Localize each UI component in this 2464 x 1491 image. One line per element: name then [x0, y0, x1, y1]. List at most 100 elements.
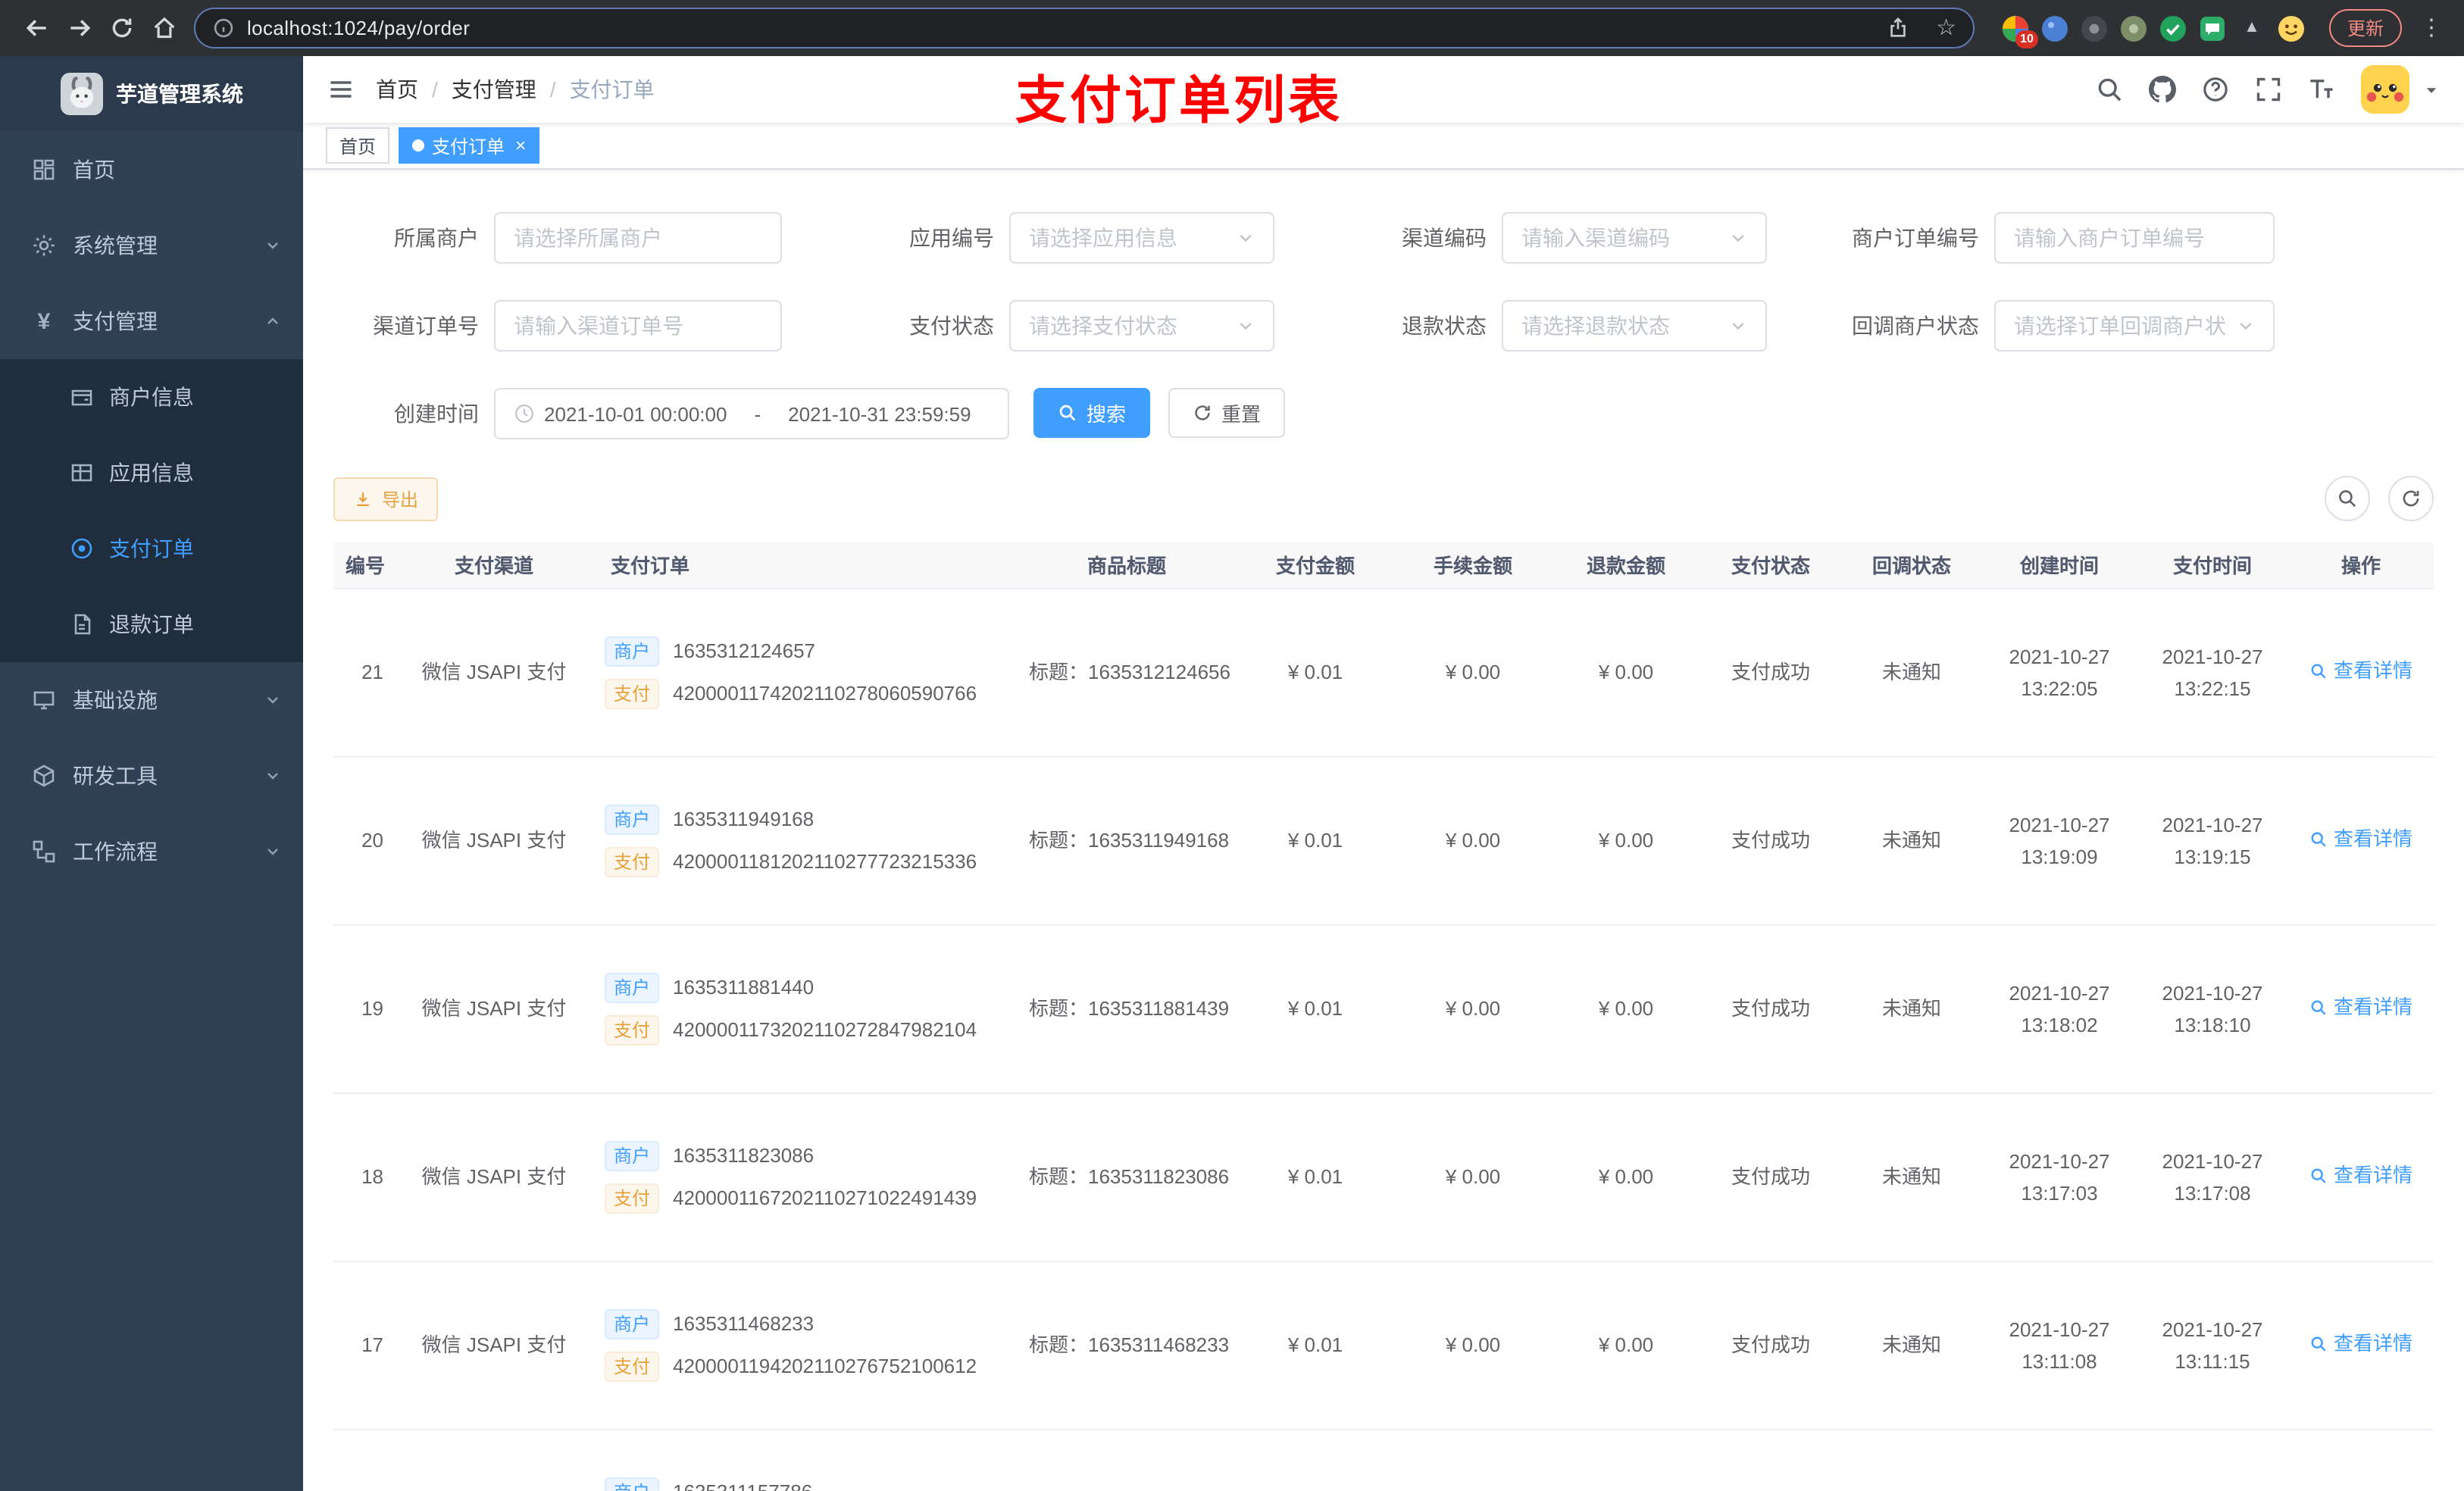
- cell-status: 支付成功: [1700, 756, 1841, 925]
- table-row[interactable]: 18 微信 JSAPI 支付 商户 1635311823086 支付 42000…: [333, 1092, 2434, 1261]
- cell-id: 18: [333, 1092, 396, 1261]
- smiley-extension-icon[interactable]: [2278, 14, 2305, 42]
- col-amount: 支付金额: [1237, 542, 1394, 589]
- share-icon[interactable]: [1886, 17, 1909, 39]
- sidebar-item-refund-order[interactable]: 退款订单: [0, 586, 303, 662]
- monitor-icon: [30, 688, 58, 712]
- sidebar-item-workflow[interactable]: 工作流程: [0, 814, 303, 889]
- colorwheel-extension-icon[interactable]: 10: [2002, 14, 2038, 48]
- table-row[interactable]: 19 微信 JSAPI 支付 商户 1635311881440 支付 42000…: [333, 924, 2434, 1093]
- create-time-filter-label: 创建时间: [394, 402, 479, 426]
- tab-pay-order[interactable]: 支付订单 ×: [399, 127, 540, 164]
- browser-update-button[interactable]: 更新: [2328, 9, 2402, 47]
- pay-order-no: 4200001167202110271022491439: [673, 1186, 977, 1208]
- search-icon[interactable]: [2096, 76, 2123, 103]
- pay-tag: 支付: [605, 1183, 660, 1213]
- check-extension-icon[interactable]: [2159, 14, 2187, 42]
- dark-circle-extension-icon[interactable]: [2081, 14, 2108, 42]
- chat-extension-icon[interactable]: [2199, 14, 2226, 42]
- chevron-down-icon: [2237, 317, 2255, 335]
- font-size-icon[interactable]: [2308, 76, 2335, 103]
- chevron-down-icon: [264, 691, 282, 709]
- merchant-filter-input[interactable]: 请选择所属商户: [494, 212, 782, 264]
- sidebar-item-pay-order[interactable]: 支付订单: [0, 511, 303, 586]
- grid-icon: [70, 461, 94, 485]
- browser-menu-button[interactable]: ⋮: [2414, 17, 2449, 39]
- url-text[interactable]: localhost:1024/pay/order: [247, 17, 1859, 39]
- pay-status-filter-select[interactable]: 请选择支付状态: [1009, 300, 1274, 352]
- caret-down-icon[interactable]: [2423, 81, 2440, 98]
- view-detail-link[interactable]: 查看详情: [2309, 1328, 2412, 1358]
- view-detail-link[interactable]: 查看详情: [2309, 655, 2412, 686]
- refund-status-filter-select[interactable]: 请选择退款状态: [1502, 300, 1767, 352]
- table-row[interactable]: 21 微信 JSAPI 支付 商户 1635312124657 支付 42000…: [333, 588, 2434, 757]
- cell-notify: [1841, 1429, 1982, 1491]
- sidebar-item-devtools[interactable]: 研发工具: [0, 738, 303, 814]
- blue-extension-icon[interactable]: [2041, 14, 2068, 42]
- sidebar-item-merchant-info[interactable]: 商户信息: [0, 359, 303, 435]
- magnifier-icon: [2311, 831, 2326, 846]
- breadcrumb: 首页 / 支付管理 / 支付订单: [376, 74, 655, 105]
- merchant-order-no-filter-input[interactable]: 请输入商户订单编号: [1994, 212, 2275, 264]
- view-detail-link[interactable]: 查看详情: [2309, 824, 2412, 854]
- export-button[interactable]: 导出: [333, 477, 439, 520]
- breadcrumb-home[interactable]: 首页: [376, 74, 418, 105]
- channel-order-no-filter-input[interactable]: 请输入渠道订单号: [494, 300, 782, 352]
- tab-home[interactable]: 首页: [326, 127, 390, 164]
- table-row[interactable]: 16 微信 JSAPI 支付 商户 1635311157786 支付: [333, 1429, 2434, 1491]
- reset-button[interactable]: 重置: [1168, 388, 1286, 438]
- hamburger-icon[interactable]: [327, 76, 355, 103]
- sidebar-item-home[interactable]: 首页: [0, 132, 303, 208]
- pin-extension-icon[interactable]: [2238, 14, 2265, 42]
- notify-status-filter-select[interactable]: 请选择订单回调商户状态: [1994, 300, 2275, 352]
- merchant-tag: 商户: [605, 804, 660, 834]
- table-row[interactable]: 17 微信 JSAPI 支付 商户 1635311468233 支付 42000…: [333, 1261, 2434, 1430]
- table-row[interactable]: 20 微信 JSAPI 支付 商户 1635311949168 支付 42000…: [333, 756, 2434, 925]
- refresh-table-button[interactable]: [2388, 476, 2434, 521]
- browser-home-button[interactable]: [142, 7, 185, 49]
- cell-pay-order: 商户 1635311881440 支付 42000011732021102728…: [593, 924, 1017, 1093]
- yen-icon: ¥: [37, 308, 51, 334]
- channel-code-filter-select[interactable]: 请输入渠道编码: [1502, 212, 1767, 264]
- cell-title: [1017, 1429, 1237, 1491]
- sidebar-item-system[interactable]: 系统管理: [0, 208, 303, 283]
- screen: localhost:1024/pay/order ☆ 10 更新 ⋮ 芋道管理系…: [0, 0, 2464, 1491]
- github-icon[interactable]: [2149, 76, 2176, 103]
- merchant-tag: 商户: [605, 1308, 660, 1339]
- view-detail-link[interactable]: 查看详情: [2309, 1160, 2412, 1190]
- avatar[interactable]: [2361, 65, 2409, 114]
- breadcrumb-section[interactable]: 支付管理: [452, 74, 536, 105]
- cell-id: 20: [333, 756, 396, 925]
- sidebar-item-infrastructure[interactable]: 基础设施: [0, 662, 303, 738]
- create-time-range-picker[interactable]: 2021-10-01 00:00:00 - 2021-10-31 23:59:5…: [494, 388, 1009, 439]
- cell-id: 19: [333, 924, 396, 1093]
- view-detail-link[interactable]: 查看详情: [2309, 992, 2412, 1022]
- filter-row-3: 创建时间 2021-10-01 00:00:00 - 2021-10-31 23…: [333, 388, 2434, 439]
- olive-extension-icon[interactable]: [2120, 14, 2147, 42]
- sidebar-item-payment[interactable]: ¥ 支付管理: [0, 283, 303, 359]
- extension-badge: 10: [2015, 30, 2038, 48]
- fullscreen-icon[interactable]: [2255, 76, 2282, 103]
- app-id-filter-select[interactable]: 请选择应用信息: [1009, 212, 1274, 264]
- cube-icon: [30, 764, 58, 788]
- close-icon[interactable]: ×: [515, 136, 526, 155]
- browser-forward-button[interactable]: [58, 7, 100, 49]
- help-icon[interactable]: [2202, 76, 2229, 103]
- workflow-icon: [30, 839, 58, 864]
- app-logo[interactable]: 芋道管理系统: [0, 56, 303, 132]
- browser-reload-button[interactable]: [100, 7, 142, 49]
- sidebar-item-app-info[interactable]: 应用信息: [0, 435, 303, 511]
- cell-actions: 查看详情: [2288, 924, 2434, 1093]
- browser-back-button[interactable]: [15, 7, 58, 49]
- search-button[interactable]: 搜索: [1033, 388, 1151, 438]
- target-icon: [70, 536, 94, 561]
- merchant-order-no-filter-label: 商户订单编号: [1852, 226, 1979, 250]
- toggle-search-button[interactable]: [2325, 476, 2370, 521]
- info-icon[interactable]: [212, 17, 235, 39]
- merchant-tag: 商户: [605, 972, 660, 1002]
- cell-amount: [1237, 1429, 1394, 1491]
- bookmark-star-icon[interactable]: ☆: [1936, 17, 1956, 39]
- cell-channel: 微信 JSAPI 支付: [396, 924, 593, 1093]
- omnibox[interactable]: localhost:1024/pay/order ☆: [194, 8, 1975, 48]
- channel-order-no-filter-label: 渠道订单号: [373, 314, 479, 338]
